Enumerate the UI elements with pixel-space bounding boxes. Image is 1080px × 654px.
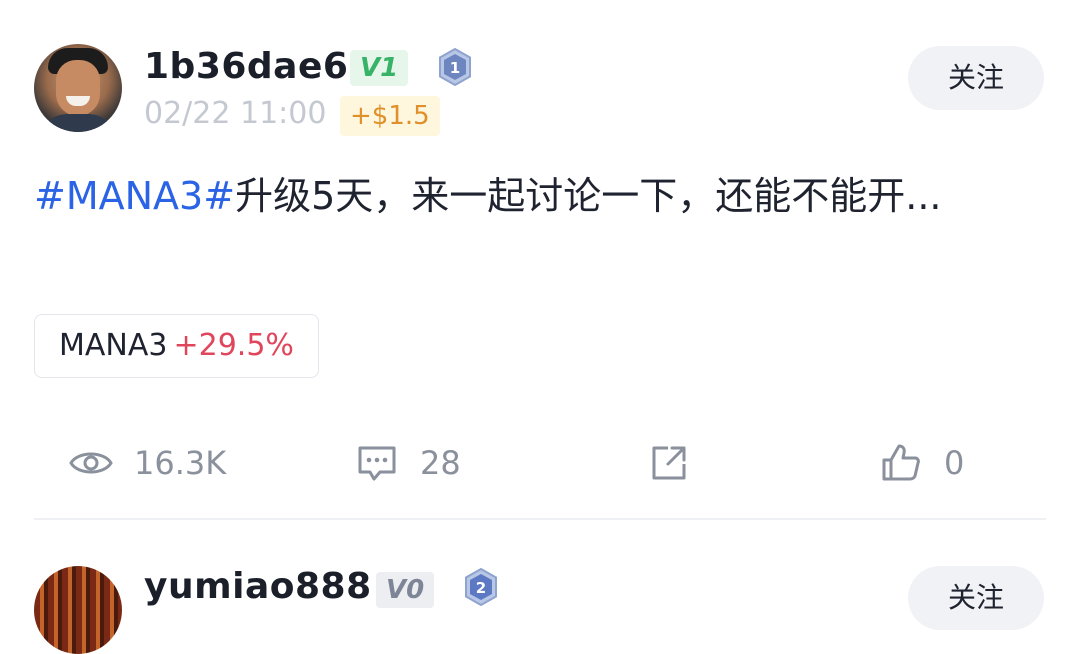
username[interactable]: yumiao888 bbox=[144, 566, 372, 607]
ticker-change: +29.5% bbox=[173, 328, 294, 363]
ticker-chip[interactable]: MANA3 +29.5% bbox=[34, 314, 319, 378]
avatar[interactable] bbox=[34, 44, 122, 132]
post-divider bbox=[34, 518, 1046, 520]
views-count: 16.3K bbox=[134, 444, 227, 482]
level-badge: V0 bbox=[376, 572, 435, 608]
avatar[interactable] bbox=[34, 566, 122, 654]
comments-count: 28 bbox=[420, 444, 461, 482]
username[interactable]: 1b36dae6 bbox=[144, 46, 348, 87]
follow-button[interactable]: 关注 bbox=[908, 46, 1044, 110]
post-timestamp: 02/22 11:00 bbox=[144, 96, 327, 131]
share-button[interactable] bbox=[646, 440, 692, 486]
post-content[interactable]: #MANA3#升级5天，来一起讨论一下，还能不能开... bbox=[34, 162, 1014, 230]
views-stat: 16.3K bbox=[68, 440, 226, 486]
tip-badge: +$1.5 bbox=[340, 96, 440, 136]
rank-number: 2 bbox=[476, 579, 486, 597]
likes-count: 0 bbox=[944, 444, 965, 482]
ticker-symbol: MANA3 bbox=[59, 328, 168, 363]
rank-number: 1 bbox=[450, 59, 460, 77]
like-button[interactable]: 0 bbox=[878, 440, 964, 486]
thumbs-up-icon bbox=[878, 440, 924, 486]
share-icon bbox=[646, 440, 692, 486]
hashtag-link[interactable]: #MANA3# bbox=[34, 174, 235, 218]
follow-button[interactable]: 关注 bbox=[908, 566, 1044, 630]
eye-icon bbox=[68, 440, 114, 486]
comment-button[interactable]: 28 bbox=[354, 440, 461, 486]
comment-icon bbox=[354, 440, 400, 486]
level-badge: V1 bbox=[350, 50, 409, 86]
rank-hexagon-icon: 2 bbox=[464, 567, 498, 607]
post-text: 升级5天，来一起讨论一下，还能不能开... bbox=[235, 174, 942, 218]
rank-hexagon-icon: 1 bbox=[438, 47, 472, 87]
